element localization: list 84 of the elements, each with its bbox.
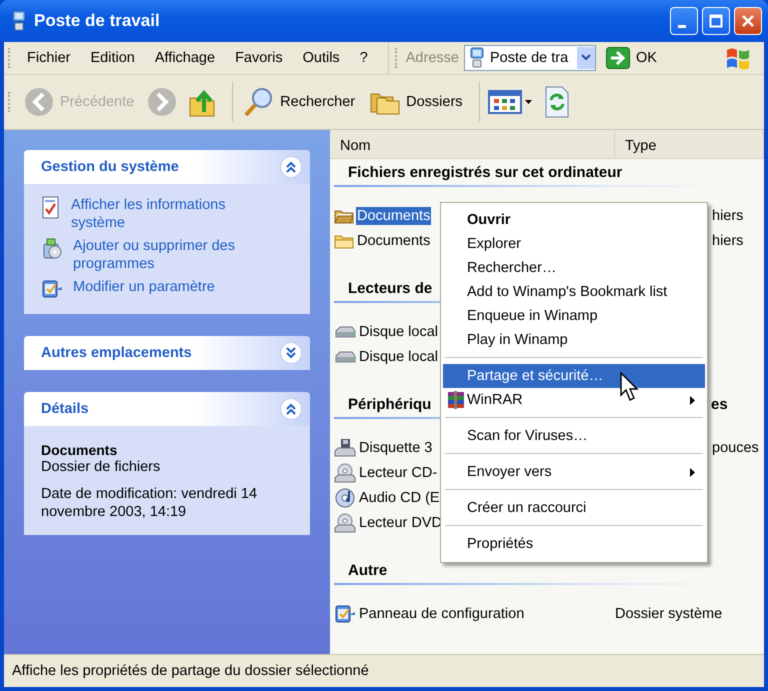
file-type: hiers [712,233,744,249]
close-icon [741,14,755,28]
mouse-pointer-icon [620,372,640,402]
menu-item[interactable]: Explorer [443,232,705,256]
double-chevron-down-icon [285,347,297,359]
file-type: Dossier système [615,606,724,622]
group-heading: Autre [348,562,388,579]
file-name[interactable]: Documents [356,232,432,250]
window-title: Poste de travail [34,11,161,31]
menu-item[interactable]: Outils [294,47,348,69]
computer-icon [10,10,28,32]
books-icon [447,391,465,409]
menu-item[interactable]: Partage et sécurité… [443,364,705,388]
group-heading: Périphériqu [348,396,432,413]
item-name: Documents [41,442,118,458]
menu-item[interactable]: Ouvrir [443,208,705,232]
file-name[interactable]: Disque local [358,348,439,366]
audio-cd-icon [334,488,356,508]
panel-title: Autres emplacements [41,345,193,361]
panel-title: Détails [41,401,90,417]
drive-icon [334,324,356,340]
menu-item[interactable]: Favoris [227,47,291,69]
file-name[interactable]: Documents [356,207,432,225]
menu-item[interactable]: Enqueue in Winamp [443,304,705,328]
cd-drive-icon [334,513,356,533]
status-text: Affiche les propriétés de partage du dossier sélectionné [12,663,369,679]
panel-title: Gestion du système [41,159,180,175]
menu-item[interactable]: Fichier [19,47,79,69]
group-heading: Lecteurs de [348,280,432,297]
computer-icon [468,47,486,69]
maximize-button[interactable] [702,7,730,35]
folder-icon [334,233,354,249]
item-type: Dossier de fichiers [41,458,162,476]
minimize-icon [678,24,686,28]
file-type: pouces [712,440,760,456]
go-button[interactable]: OK [602,45,661,71]
double-chevron-up-icon [285,403,297,415]
close-button[interactable] [734,7,762,35]
report-icon [41,196,61,220]
task-link[interactable]: Afficher les informations système [71,196,251,232]
maximize-icon [709,14,723,28]
menu-item[interactable]: Envoyer vers [443,460,705,484]
group-heading: Fichiers enregistrés sur cet ordinateur [348,164,622,181]
toolbar-button[interactable]: Dossiers [365,84,467,120]
collapse-button[interactable] [280,342,302,364]
menu-item[interactable]: Affichage [146,47,224,69]
cd-drive-icon [334,463,356,483]
menu-item[interactable]: ? [352,47,376,69]
task-link[interactable]: Modifier un paramètre [73,278,215,296]
control-panel-icon [41,278,63,300]
menu-item[interactable]: Scan for Viruses… [443,424,705,448]
file-name[interactable]: Panneau de configuration [358,605,526,623]
open-folder-icon [334,208,354,224]
menu-item[interactable]: Rechercher… [443,256,705,280]
menu-item[interactable]: Créer un raccourci [443,496,705,520]
column-header[interactable]: Nom [330,130,615,158]
group-heading: es [711,396,728,413]
views-icon[interactable] [488,88,534,116]
column-header[interactable]: Type [615,130,764,158]
file-name[interactable]: Disque local [358,323,439,341]
menu-item[interactable]: Add to Winamp's Bookmark list [443,280,705,304]
menu-item[interactable]: Propriétés [443,532,705,556]
menu-item[interactable]: Play in Winamp [443,328,705,352]
minimize-button[interactable] [670,7,698,35]
double-chevron-up-icon [285,161,297,173]
menu-item[interactable]: Edition [82,47,143,69]
floppy-drive-icon [334,438,356,458]
address-label: Adresse [406,50,459,66]
file-type: hiers [712,208,744,224]
sync-icon[interactable] [544,86,570,118]
software-box-icon [41,237,63,261]
chevron-down-icon [580,54,591,62]
dropdown-button[interactable] [576,47,595,69]
collapse-button[interactable] [280,398,302,420]
control-panel-icon [334,603,356,625]
toolbar-button[interactable]: Rechercher [239,82,360,122]
collapse-button[interactable] [280,156,302,178]
file-name[interactable]: Lecteur CD- [358,464,438,482]
task-link[interactable]: Ajouter ou supprimer des programmes [73,237,253,273]
drive-icon [334,349,356,365]
file-name[interactable]: Disquette 3 [358,439,434,457]
address-field[interactable]: Poste de tra [464,45,596,71]
file-name[interactable]: Audio CD (E [358,489,441,507]
modified-date: Date de modification: vendredi 14 novembre 2003, 14:19 [41,485,258,521]
